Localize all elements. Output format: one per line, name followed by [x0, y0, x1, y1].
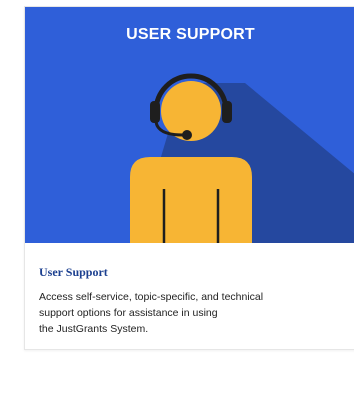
hero-title: USER SUPPORT — [126, 26, 255, 43]
description-line: support options for assistance in using — [39, 307, 218, 319]
description-line: Access self-service, topic-specific, and… — [39, 291, 264, 303]
card-description: Access self-service, topic-specific, and… — [39, 289, 339, 337]
card-title-link[interactable]: User Support — [39, 265, 339, 279]
card-hero: USER SUPPORT — [25, 7, 354, 243]
user-support-card[interactable]: USER SUPPORT User Support Access self-se… — [24, 6, 354, 350]
description-line: the JustGrants System. — [39, 323, 149, 335]
card-body: User Support Access self-service, topic-… — [39, 265, 339, 337]
